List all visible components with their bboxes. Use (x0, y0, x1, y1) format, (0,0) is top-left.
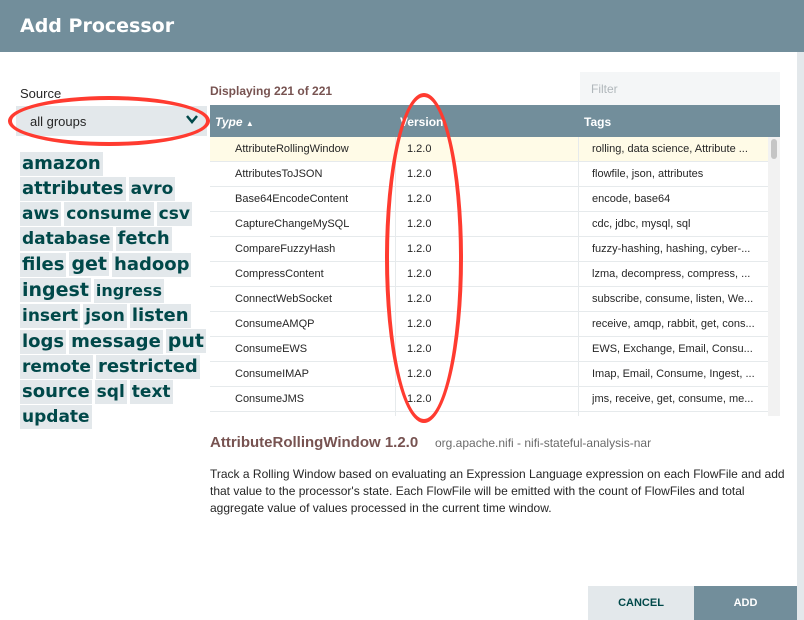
cell-tags: rolling, data science, Attribute ... (592, 143, 748, 155)
cell-tags: receive, amqp, rabbit, get, cons... (592, 318, 755, 330)
column-separator (578, 312, 579, 336)
cell-type: ConsumeJMS (235, 393, 305, 405)
cell-type: AttributesToJSON (235, 168, 323, 180)
background-strip (797, 52, 804, 620)
annotation-ellipse-version (385, 93, 463, 423)
cell-tags: subscribe, consume, listen, We... (592, 293, 754, 305)
tag-cloud: amazonattributes avro aws consume csv databas… (20, 152, 210, 430)
displaying-count: Displaying 221 of 221 (210, 84, 333, 98)
cell-tags: Imap, Email, Consume, Ingest, ... (592, 368, 755, 380)
column-type-header[interactable]: Type ▲ (215, 115, 254, 129)
column-separator (578, 387, 579, 411)
tag-ingress[interactable]: ingress (93, 279, 165, 303)
tag-insert[interactable]: insert (20, 304, 81, 328)
tag-remote[interactable]: remote (20, 355, 93, 379)
sort-ascending-icon: ▲ (245, 119, 254, 128)
scrollbar-thumb[interactable] (771, 139, 777, 159)
cell-tags: cdc, jdbc, mysql, sql (592, 218, 691, 230)
tag-attributes[interactable]: attributes (20, 177, 126, 201)
cell-type: ConsumeIMAP (235, 368, 309, 380)
filter-placeholder: Filter (591, 82, 618, 96)
table-scrollbar[interactable] (768, 137, 780, 416)
tag-fetch[interactable]: fetch (115, 227, 172, 251)
tag-logs[interactable]: logs (20, 330, 67, 354)
column-separator (395, 387, 396, 411)
dialog-title: Add Processor (20, 15, 175, 37)
tag-text[interactable]: text (129, 380, 173, 404)
tag-aws[interactable]: aws (20, 202, 62, 226)
cell-type: ConnectWebSocket (235, 293, 333, 305)
table-row[interactable]: ConsumeEWS 1.2.0 EWS, Exchange, Email, Con… (210, 337, 768, 362)
cell-type: CompareFuzzyHash (235, 243, 336, 255)
table-header: Type ▲ Version Tags (210, 105, 780, 137)
cell-type: ConsumeAMQP (235, 318, 315, 330)
dialog-header: Add Processor (0, 0, 804, 52)
column-separator (578, 262, 579, 286)
table-body: AttributeRollingWindow 1.2.0 rolling, data… (210, 137, 768, 416)
cell-type: CompressContent (235, 268, 324, 280)
processor-table: Type ▲ Version Tags AttributeRollingWind… (210, 105, 780, 416)
column-separator (578, 212, 579, 236)
tag-restricted[interactable]: restricted (95, 355, 200, 379)
table-row[interactable]: ConsumeAMQP 1.2.0 receive, amqp, rabbit, g… (210, 312, 768, 337)
cell-tags: EWS, Exchange, Email, Consu... (592, 343, 753, 355)
cell-tags: encode, base64 (592, 193, 671, 205)
tag-get[interactable]: get (69, 252, 110, 276)
column-separator (578, 187, 579, 211)
tag-json[interactable]: json (83, 304, 127, 328)
tag-files[interactable]: files (20, 253, 67, 277)
table-row[interactable]: CompressContent 1.2.0 lzma, decompress, co… (210, 262, 768, 287)
tag-amazon[interactable]: amazon (20, 152, 103, 176)
table-row[interactable]: ConnectWebSocket 1.2.0 subscribe, consume,… (210, 287, 768, 312)
cell-tags: fuzzy-hashing, hashing, cyber-... (592, 243, 751, 255)
cell-tags: lzma, decompress, compress, ... (592, 268, 751, 280)
cell-type: CaptureChangeMySQL (235, 218, 350, 230)
tag-hadoop[interactable]: hadoop (112, 253, 192, 277)
column-separator (578, 362, 579, 386)
column-separator (395, 412, 396, 416)
tag-ingest[interactable]: ingest (20, 278, 91, 302)
table-row[interactable]: ConsumeJMS 1.2.0 jms, receive, get, consum… (210, 387, 768, 412)
column-separator (578, 337, 579, 361)
processor-bundle: org.apache.nifi - nifi-stateful-analysis… (435, 436, 652, 450)
column-tags-header[interactable]: Tags (584, 115, 611, 129)
tag-database[interactable]: database (20, 227, 113, 251)
filter-input[interactable]: Filter (580, 72, 780, 105)
add-button[interactable]: ADD (694, 586, 797, 620)
tag-avro[interactable]: avro (128, 177, 176, 201)
table-row[interactable]: ConsumeKafka1.2.0PubSub, Consume, Ingest… (210, 412, 768, 416)
column-separator (578, 162, 579, 186)
table-row[interactable]: ConsumeIMAP 1.2.0 Imap, Email, Consume, In… (210, 362, 768, 387)
cell-type: AttributeRollingWindow (235, 143, 349, 155)
table-row[interactable]: CompareFuzzyHash 1.2.0 fuzzy-hashing, hash… (210, 237, 768, 262)
tag-consume[interactable]: consume (64, 202, 154, 226)
cell-tags: jms, receive, get, consume, me... (592, 393, 754, 405)
tag-source[interactable]: source (20, 380, 92, 404)
tag-update[interactable]: update (20, 405, 92, 429)
table-row[interactable]: AttributesToJSON 1.2.0 flowfile, json, att… (210, 162, 768, 187)
table-row[interactable]: Base64EncodeContent 1.2.0 encode, base64 (210, 187, 768, 212)
processor-name: AttributeRollingWindow 1.2.0 (210, 434, 419, 451)
cancel-button[interactable]: CANCEL (588, 586, 694, 620)
column-separator (578, 287, 579, 311)
annotation-ellipse-source (8, 96, 210, 146)
tag-message[interactable]: message (69, 330, 163, 354)
column-separator (578, 237, 579, 261)
tag-listen[interactable]: listen (129, 304, 191, 328)
table-row[interactable]: CaptureChangeMySQL 1.2.0 cdc, jdbc, mysql,… (210, 212, 768, 237)
processor-description: Track a Rolling Window based on evaluati… (210, 467, 785, 515)
table-row[interactable]: AttributeRollingWindow 1.2.0 rolling, data… (210, 137, 768, 162)
tag-sql[interactable]: sql (94, 380, 127, 404)
cell-tags: flowfile, json, attributes (592, 168, 704, 180)
column-separator (578, 137, 579, 161)
column-separator (578, 412, 579, 416)
tag-put[interactable]: put (165, 329, 206, 353)
cell-type: ConsumeEWS (235, 343, 308, 355)
tag-csv[interactable]: csv (156, 202, 192, 226)
cell-type: Base64EncodeContent (235, 193, 349, 205)
